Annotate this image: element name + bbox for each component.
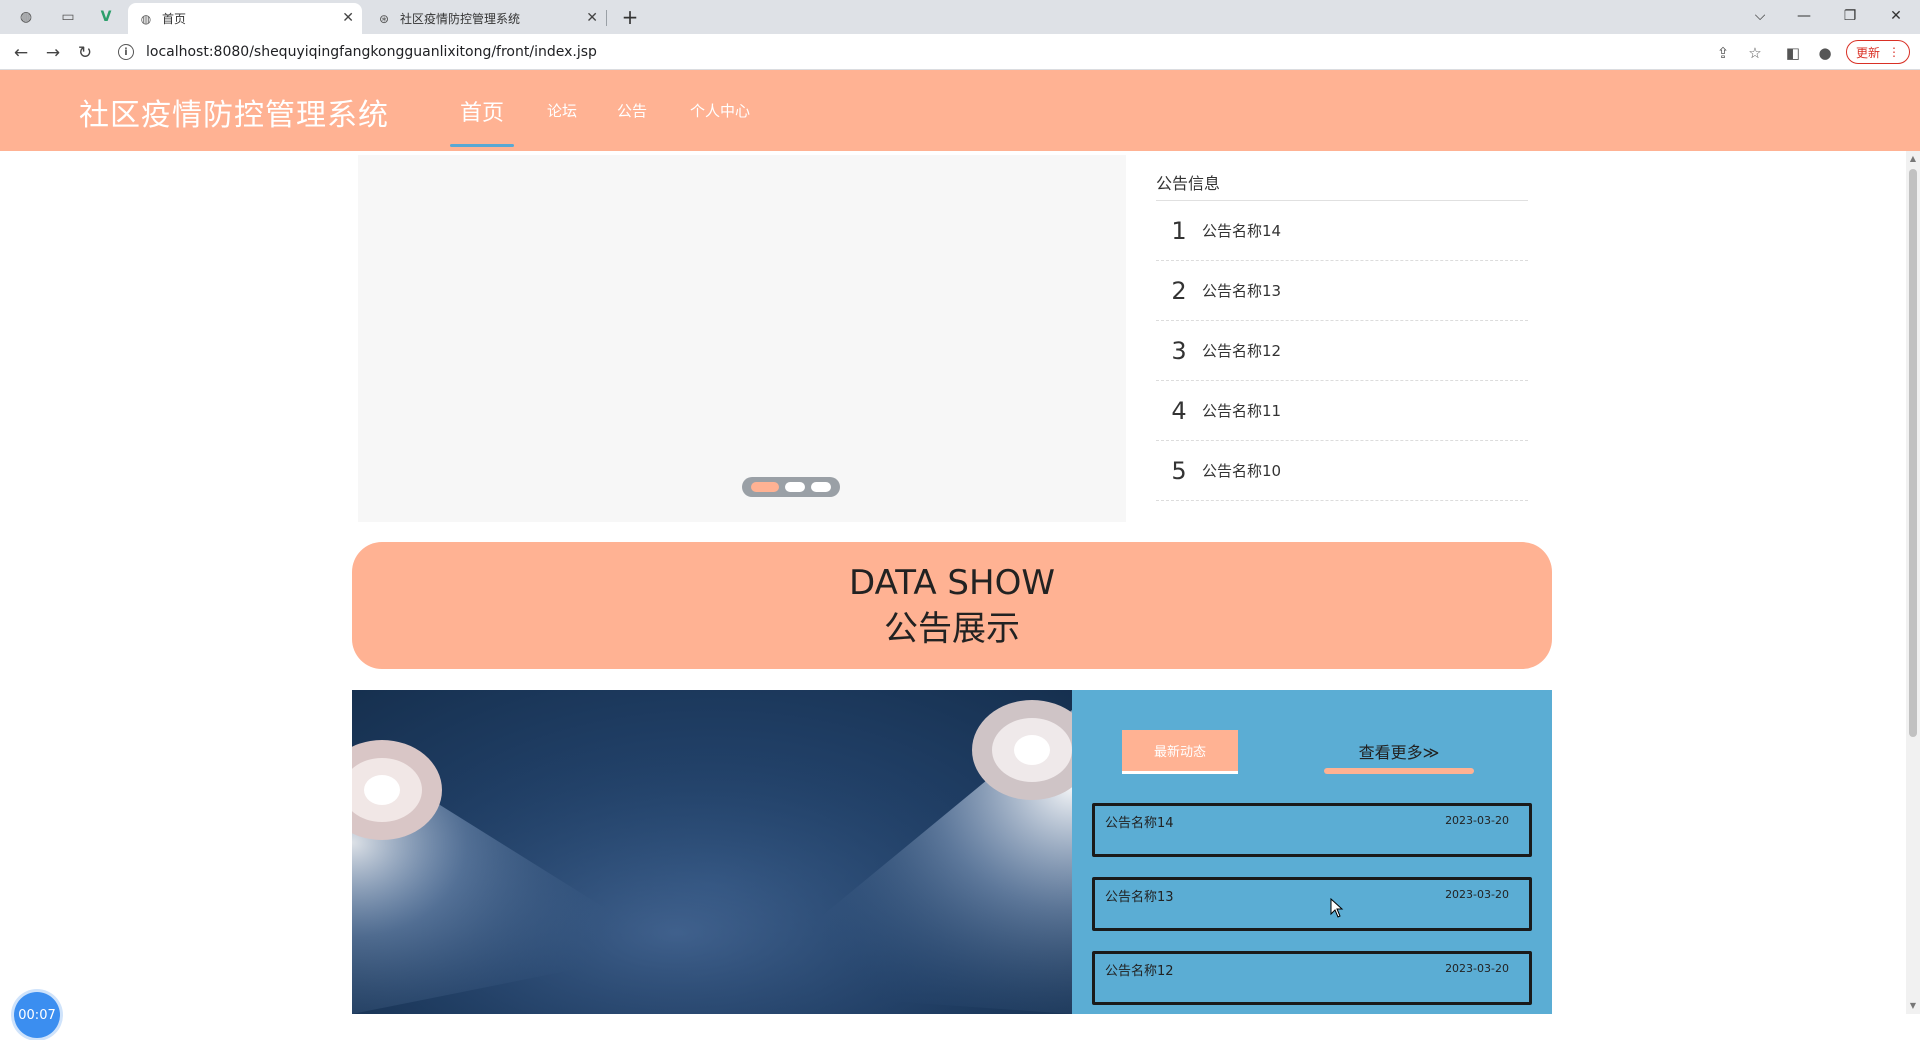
list-item[interactable]: 2 公告名称13 — [1156, 261, 1528, 321]
nav-forum[interactable]: 论坛 — [547, 70, 577, 151]
url-text: localhost:8080/shequyiqingfangkongguanli… — [146, 44, 597, 60]
list-item[interactable]: 1 公告名称14 — [1156, 201, 1528, 261]
blank-page-icon[interactable]: ▭ — [54, 5, 82, 29]
close-icon[interactable]: ✕ — [342, 10, 354, 26]
new-tab-button[interactable]: + — [616, 4, 644, 30]
notice-title[interactable]: 公告名称10 — [1202, 460, 1281, 481]
update-label: 更新 — [1855, 45, 1880, 60]
share-icon[interactable]: ⇪ — [1712, 42, 1734, 64]
notice-number: 4 — [1171, 396, 1187, 425]
notice-number: 2 — [1171, 276, 1187, 305]
news-item[interactable]: 公告名称12 2023-03-20 — [1092, 951, 1532, 1005]
nav-personal-center[interactable]: 个人中心 — [690, 70, 750, 151]
scroll-thumb[interactable] — [1909, 169, 1917, 737]
scroll-down-icon[interactable]: ▼ — [1908, 1001, 1918, 1011]
tab-separator — [606, 10, 607, 26]
notice-number: 1 — [1171, 216, 1187, 245]
back-button[interactable]: ← — [8, 40, 34, 66]
vue-icon[interactable]: V — [92, 5, 120, 29]
chevron-down-icon[interactable]: ⌵ — [1740, 4, 1780, 28]
browser-tabstrip: ◍ ▭ V ◍ 首页 ✕ ⊛ 社区疫情防控管理系统 ✕ + ⌵ — ❐ ✕ — [0, 0, 1920, 34]
notice-panel: 公告信息 1 公告名称14 2 公告名称13 3 公告名称12 4 公告名称11… — [1156, 170, 1528, 501]
tab-title: 社区疫情防控管理系统 — [400, 12, 521, 26]
shield-icon: ⊛ — [378, 11, 390, 26]
notice-title[interactable]: 公告名称12 — [1202, 340, 1281, 361]
reload-button[interactable]: ↻ — [72, 40, 98, 66]
mouse-cursor-icon — [1330, 898, 1344, 918]
info-icon[interactable]: i — [118, 44, 134, 60]
page-scrollbar[interactable]: ▲ ▼ — [1906, 151, 1920, 1014]
browser-toolbar: ← → ↻ i localhost:8080/shequyiqingfangko… — [0, 34, 1920, 70]
tab-title: 首页 — [162, 12, 187, 26]
banner-title-cn: 公告展示 — [884, 608, 1020, 649]
notice-title[interactable]: 公告名称13 — [1202, 280, 1281, 301]
scroll-up-icon[interactable]: ▲ — [1908, 154, 1918, 164]
tab-home[interactable]: ◍ 首页 ✕ — [128, 3, 362, 34]
menu-dots-icon: ⋮ — [1888, 45, 1900, 59]
notice-title[interactable]: 公告名称11 — [1202, 400, 1281, 421]
close-window-button[interactable]: ✕ — [1876, 4, 1916, 28]
view-more-link[interactable]: 查看更多≫ — [1324, 728, 1474, 774]
notice-number: 3 — [1171, 336, 1187, 365]
carousel-dot[interactable] — [785, 482, 805, 492]
news-title: 公告名称13 — [1105, 890, 1174, 905]
news-date: 2023-03-20 — [1445, 814, 1509, 827]
tab-system[interactable]: ⊛ 社区疫情防控管理系统 ✕ — [366, 3, 606, 34]
latest-news-tab[interactable]: 最新动态 — [1122, 730, 1238, 774]
news-date: 2023-03-20 — [1445, 888, 1509, 901]
list-item[interactable]: 3 公告名称12 — [1156, 321, 1528, 381]
star-icon[interactable]: ☆ — [1744, 42, 1766, 64]
minimize-button[interactable]: — — [1784, 4, 1824, 28]
list-item[interactable]: 5 公告名称10 — [1156, 441, 1528, 501]
sidepanel-icon[interactable]: ◧ — [1782, 42, 1804, 64]
notice-title[interactable]: 公告名称14 — [1202, 220, 1281, 241]
spotlight-image — [352, 690, 1072, 1014]
notice-heading: 公告信息 — [1156, 170, 1528, 201]
restore-button[interactable]: ❐ — [1830, 4, 1870, 28]
banner-title-en: DATA SHOW — [849, 562, 1055, 603]
update-button[interactable]: 更新 ⋮ — [1846, 40, 1910, 64]
carousel-indicators — [742, 477, 840, 497]
address-bar[interactable]: i localhost:8080/shequyiqingfangkongguan… — [110, 38, 1700, 66]
carousel-dot[interactable] — [751, 482, 779, 492]
news-item[interactable]: 公告名称14 2023-03-20 — [1092, 803, 1532, 857]
notice-feature: 最新动态 查看更多≫ 公告名称14 2023-03-20 公告名称13 2023… — [352, 690, 1552, 1014]
nav-notice[interactable]: 公告 — [617, 70, 647, 151]
nav-home[interactable]: 首页 — [449, 70, 515, 151]
close-icon[interactable]: ✕ — [586, 10, 598, 26]
globe-icon[interactable]: ◍ — [12, 5, 40, 29]
forward-button[interactable]: → — [40, 40, 66, 66]
list-item[interactable]: 4 公告名称11 — [1156, 381, 1528, 441]
feature-image — [352, 690, 1072, 1014]
news-item[interactable]: 公告名称13 2023-03-20 — [1092, 877, 1532, 931]
latest-news-panel: 最新动态 查看更多≫ 公告名称14 2023-03-20 公告名称13 2023… — [1072, 690, 1552, 1014]
site-title: 社区疫情防控管理系统 — [79, 98, 389, 133]
news-title: 公告名称14 — [1105, 816, 1174, 831]
site-header: 社区疫情防控管理系统 首页 论坛 公告 个人中心 — [0, 70, 1920, 151]
news-title: 公告名称12 — [1105, 964, 1174, 979]
carousel-dot[interactable] — [811, 482, 831, 492]
carousel[interactable] — [358, 155, 1126, 522]
section-banner: DATA SHOW 公告展示 — [352, 542, 1552, 669]
notice-number: 5 — [1171, 456, 1187, 485]
news-date: 2023-03-20 — [1445, 962, 1509, 975]
profile-icon[interactable]: ● — [1814, 42, 1836, 64]
globe-icon: ◍ — [140, 11, 152, 26]
recording-timer[interactable]: 00:07 — [14, 992, 60, 1038]
